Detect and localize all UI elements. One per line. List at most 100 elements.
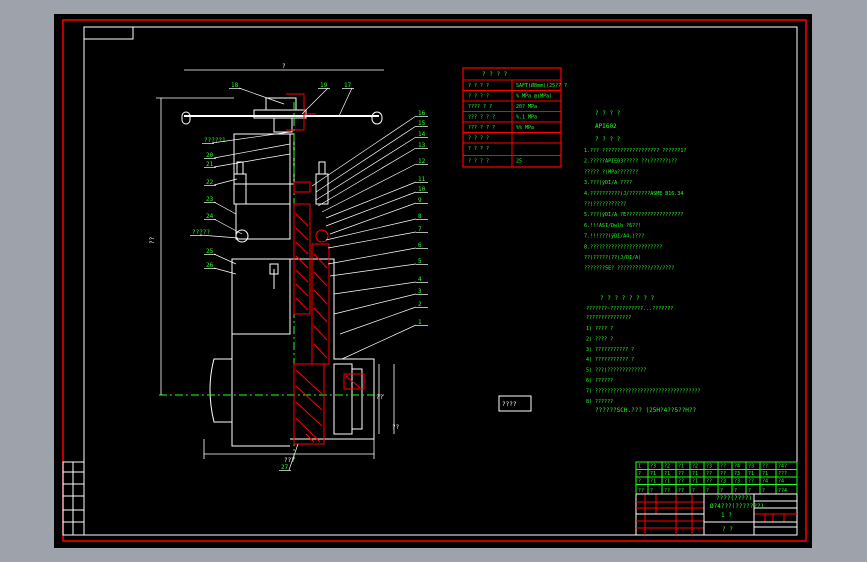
- notes-heading-3: ? ? ? ? ? ? ? ?: [600, 295, 655, 302]
- title-grid-text: ?2: [664, 464, 670, 470]
- part-label: 13: [418, 142, 426, 149]
- title-grid-text: ?4: [778, 479, 784, 485]
- spec-row-value: 20? MPa: [516, 104, 537, 110]
- title-grid-text: ?1: [762, 471, 768, 477]
- title-grid-text: ??: [720, 471, 726, 477]
- technical-notes: ? ? ? ? API602 ? ? ? ? ? ? ? ? ? ? ? ? ?…: [584, 110, 700, 414]
- note-line: ???????5E? ???????????/??/????: [584, 266, 674, 272]
- part-label: 25: [206, 248, 214, 255]
- leader-line: [213, 201, 237, 215]
- title-grid-text: ??: [706, 479, 712, 485]
- leader-line: [325, 181, 417, 219]
- title-grid-text: ?1: [650, 471, 656, 477]
- title-grid-text: ?: [638, 471, 641, 477]
- spec-table-title: ? ? ? ?: [482, 71, 508, 78]
- part-label: ?????: [192, 229, 210, 236]
- dim-top: ?: [282, 63, 286, 70]
- part-label: 6: [418, 242, 422, 249]
- leader-line: [315, 125, 417, 193]
- leader-lines: [190, 87, 428, 471]
- dim-bore: ??: [376, 394, 384, 401]
- title-grid-text: ?4: [734, 464, 740, 470]
- part-label: 2: [418, 301, 422, 308]
- note-item: 7) ???????????????????????????????????: [586, 388, 700, 394]
- title-grid-text: ?4?: [778, 464, 787, 470]
- valve-assembly: [159, 97, 384, 459]
- title-grid-text: ?1: [692, 471, 698, 477]
- title-grid-text: ?: [650, 488, 653, 494]
- title-grid-text: ?3: [734, 479, 740, 485]
- spec-row-label: ? ? ? ?: [468, 159, 489, 165]
- spec-row-label: ??? ? ? ?: [468, 115, 495, 121]
- note-line: 8.????????????????????????: [584, 244, 662, 250]
- part-label: 18: [231, 82, 239, 89]
- notes-heading-2: ? ? ? ?: [595, 136, 621, 143]
- title-grid-text: ??: [706, 471, 712, 477]
- part-label: 23: [206, 196, 214, 203]
- note-line: 7.!!!???(ÿDI/A4.)???: [584, 234, 644, 240]
- note-item: 4) ??????????? ?: [586, 357, 634, 363]
- part-label: 16: [418, 110, 426, 117]
- leader-line: [329, 263, 417, 277]
- part-label: 9: [418, 197, 422, 204]
- part-label: 1: [418, 319, 422, 326]
- note-line: 4.??????????(J/???????ASME B16.34: [584, 191, 683, 197]
- drawing-scale: 1 ?: [721, 512, 732, 519]
- part-label: ?????1: [204, 137, 226, 144]
- title-grid-text: ?1: [678, 464, 684, 470]
- dim-right: ??: [392, 424, 400, 431]
- stamp-box-text: ????: [502, 401, 517, 408]
- leader-line: [238, 87, 285, 105]
- note-line: 2.?????APIE03????? ??(??????)??: [584, 159, 677, 165]
- title-grid-text: ?3: [734, 471, 740, 477]
- part-label: 26: [206, 262, 214, 269]
- title-grid-text: ??: [638, 488, 644, 494]
- note-line: 6.!!!ASI/Dwlb ?6??!: [584, 223, 641, 229]
- title-grid-text: ??: [678, 488, 684, 494]
- title-grid-text: ?: [748, 488, 751, 494]
- part-label: 21: [206, 161, 214, 168]
- part-label: 14: [418, 131, 426, 138]
- note-line: ????? ?(MPa???????: [584, 169, 638, 175]
- title-grid-text: 1: [638, 464, 641, 470]
- title-grid-text: ??: [678, 479, 684, 485]
- spec-row-value: % MPa @(MPa): [516, 94, 552, 100]
- title-grid-text: ?3: [720, 479, 726, 485]
- title-grid-text: ?3: [650, 464, 656, 470]
- leader-line: [325, 218, 417, 241]
- part-label: 17: [344, 82, 352, 89]
- part-label: 12: [418, 158, 426, 165]
- title-grid-text: ??: [664, 488, 670, 494]
- spec-row-label: ? ? ? ?: [468, 94, 489, 100]
- note-item: 2) ???? ?: [586, 336, 613, 342]
- part-label: 3: [418, 288, 422, 295]
- note-item: 1) ???? ?: [586, 326, 613, 332]
- part-label: 5: [418, 258, 422, 265]
- drawing-sheet: 18 19 17 ?????1 20 21 22 23 24????? 25 26 16 15 14 13 1…: [54, 14, 812, 548]
- notes-footer: ??????SCH.??? (25H?4??5??H??: [595, 407, 697, 414]
- note-line: 1.??? ??????????????????? ??????1?: [584, 148, 686, 154]
- notes-heading: ? ? ? ?: [595, 110, 621, 117]
- title-grid-text: ??: [720, 464, 726, 470]
- title-grid-text: ?: [638, 479, 641, 485]
- title-grid-text: ?1: [748, 471, 754, 477]
- part-label: 7: [418, 226, 422, 233]
- note-item: 5) ???(?????????????: [586, 368, 646, 374]
- dim-height: ??: [149, 236, 156, 244]
- title-block: 1 ?3 ?2 ?1 ?2 ?3?? ?4 ?3?? ?4?? ?1 ?1?? ?1???? ?3 ?1?…: [635, 461, 798, 536]
- note-item: 3) ??????????? ?: [586, 347, 634, 353]
- note-line: ??(?????(??(J/DI/A): [584, 255, 641, 261]
- corner-box: [83, 26, 134, 40]
- title-grid-text: ?4: [762, 479, 768, 485]
- title-grid-text: ?1: [664, 471, 670, 477]
- leader-line: [327, 231, 417, 249]
- dim-bottom: ???: [284, 457, 295, 464]
- leader-line: [338, 87, 353, 117]
- title-grid-text: ?3: [706, 464, 712, 470]
- part-label: 24: [206, 213, 214, 220]
- part-label: 10: [418, 186, 426, 193]
- note-item: 8) ??????: [586, 399, 613, 405]
- part-label: 11: [418, 176, 426, 183]
- leader-line: [333, 281, 417, 295]
- spec-row-value: 25: [516, 159, 522, 165]
